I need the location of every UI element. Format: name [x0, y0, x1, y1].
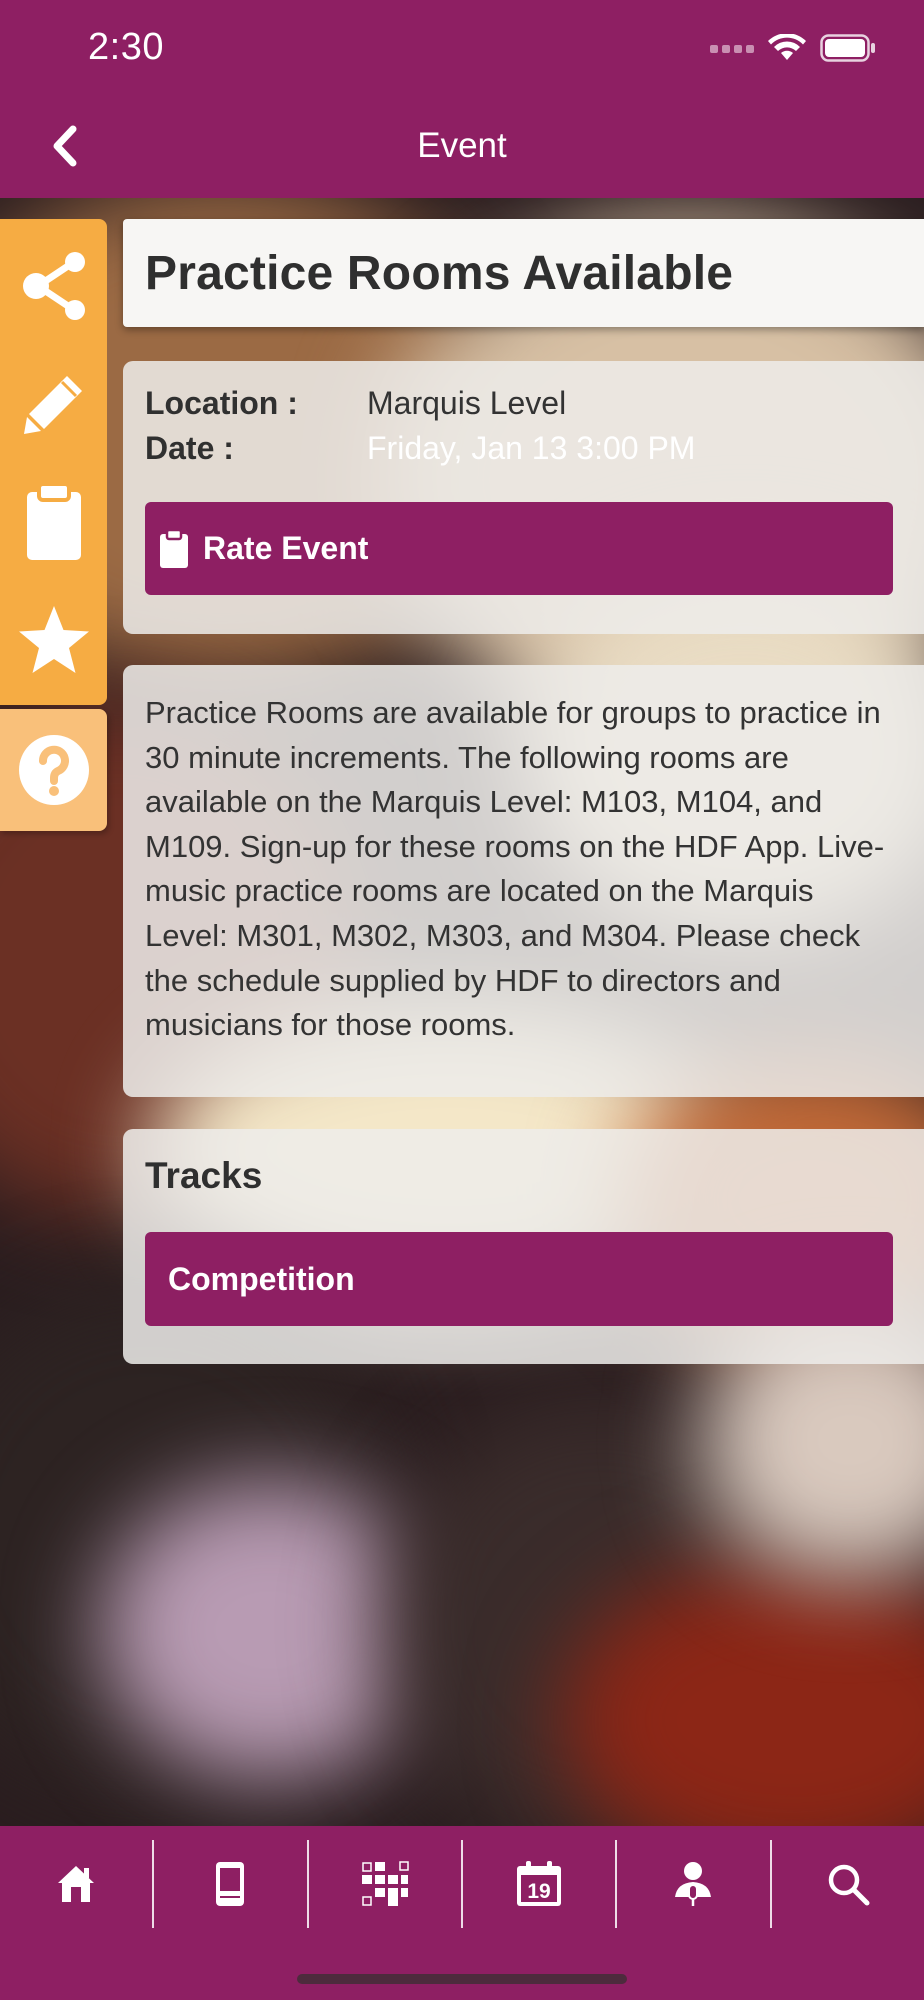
- share-button[interactable]: [0, 227, 107, 345]
- track-label: Competition: [168, 1260, 355, 1297]
- event-info-card: Location : Marquis Level Date : Friday, Ja…: [123, 361, 924, 634]
- notes-button[interactable]: [0, 345, 107, 463]
- home-icon: [58, 1866, 95, 1902]
- grid-icon: [361, 1861, 409, 1906]
- home-indicator[interactable]: [297, 1974, 627, 1984]
- survey-button[interactable]: [0, 463, 107, 581]
- phone-icon: [216, 1862, 245, 1906]
- clipboard-icon: [26, 482, 81, 560]
- speaker-icon: [675, 1862, 712, 1906]
- description-card: Practice Rooms are available for groups …: [123, 665, 924, 1097]
- status-time: 2:30: [88, 26, 164, 68]
- battery-icon: [820, 34, 876, 67]
- help-icon: [18, 735, 89, 805]
- page-title: Event: [417, 126, 507, 165]
- rate-event-label: Rate Event: [203, 530, 369, 566]
- tracks-heading: Tracks: [145, 1155, 263, 1196]
- side-action-rail: [0, 219, 107, 831]
- share-icon: [22, 252, 85, 320]
- top-bar: 2:30 Event: [0, 0, 924, 198]
- date-value: Friday, Jan 13 3:00 PM: [367, 430, 696, 466]
- wifi-icon: [768, 33, 806, 67]
- favorite-button[interactable]: [0, 581, 107, 699]
- calendar-icon: 19: [517, 1861, 562, 1906]
- event-title: Practice Rooms Available: [145, 247, 734, 300]
- pencil-icon: [23, 376, 82, 434]
- location-label: Location :: [145, 385, 298, 421]
- tab-speakers[interactable]: [617, 1840, 772, 1928]
- date-label: Date :: [145, 430, 234, 466]
- event-description: Practice Rooms are available for groups …: [145, 695, 885, 1043]
- tab-home[interactable]: [0, 1840, 155, 1928]
- star-icon: [18, 606, 89, 673]
- side-rail-actions: [0, 219, 107, 705]
- location-row: Location : Marquis Level: [145, 385, 566, 422]
- date-row: Date : Friday, Jan 13 3:00 PM: [145, 430, 695, 467]
- tab-device[interactable]: [154, 1840, 309, 1928]
- calendar-badge: 19: [527, 1880, 550, 1903]
- tab-grid[interactable]: [309, 1840, 463, 1928]
- track-competition-button[interactable]: Competition: [145, 1232, 893, 1326]
- status-icons: [710, 33, 876, 67]
- event-title-card: Practice Rooms Available: [123, 219, 924, 327]
- help-button[interactable]: [0, 709, 107, 831]
- location-value: Marquis Level: [367, 385, 567, 421]
- search-icon: [828, 1864, 870, 1906]
- rate-event-button[interactable]: Rate Event: [145, 502, 893, 595]
- signal-icon: [710, 42, 754, 60]
- bottom-tab-bar: 19: [0, 1826, 924, 2000]
- tracks-card: Tracks Competition: [123, 1129, 924, 1364]
- tab-search[interactable]: [772, 1840, 924, 1928]
- tab-schedule[interactable]: 19: [463, 1840, 618, 1928]
- clipboard-icon: [160, 528, 188, 568]
